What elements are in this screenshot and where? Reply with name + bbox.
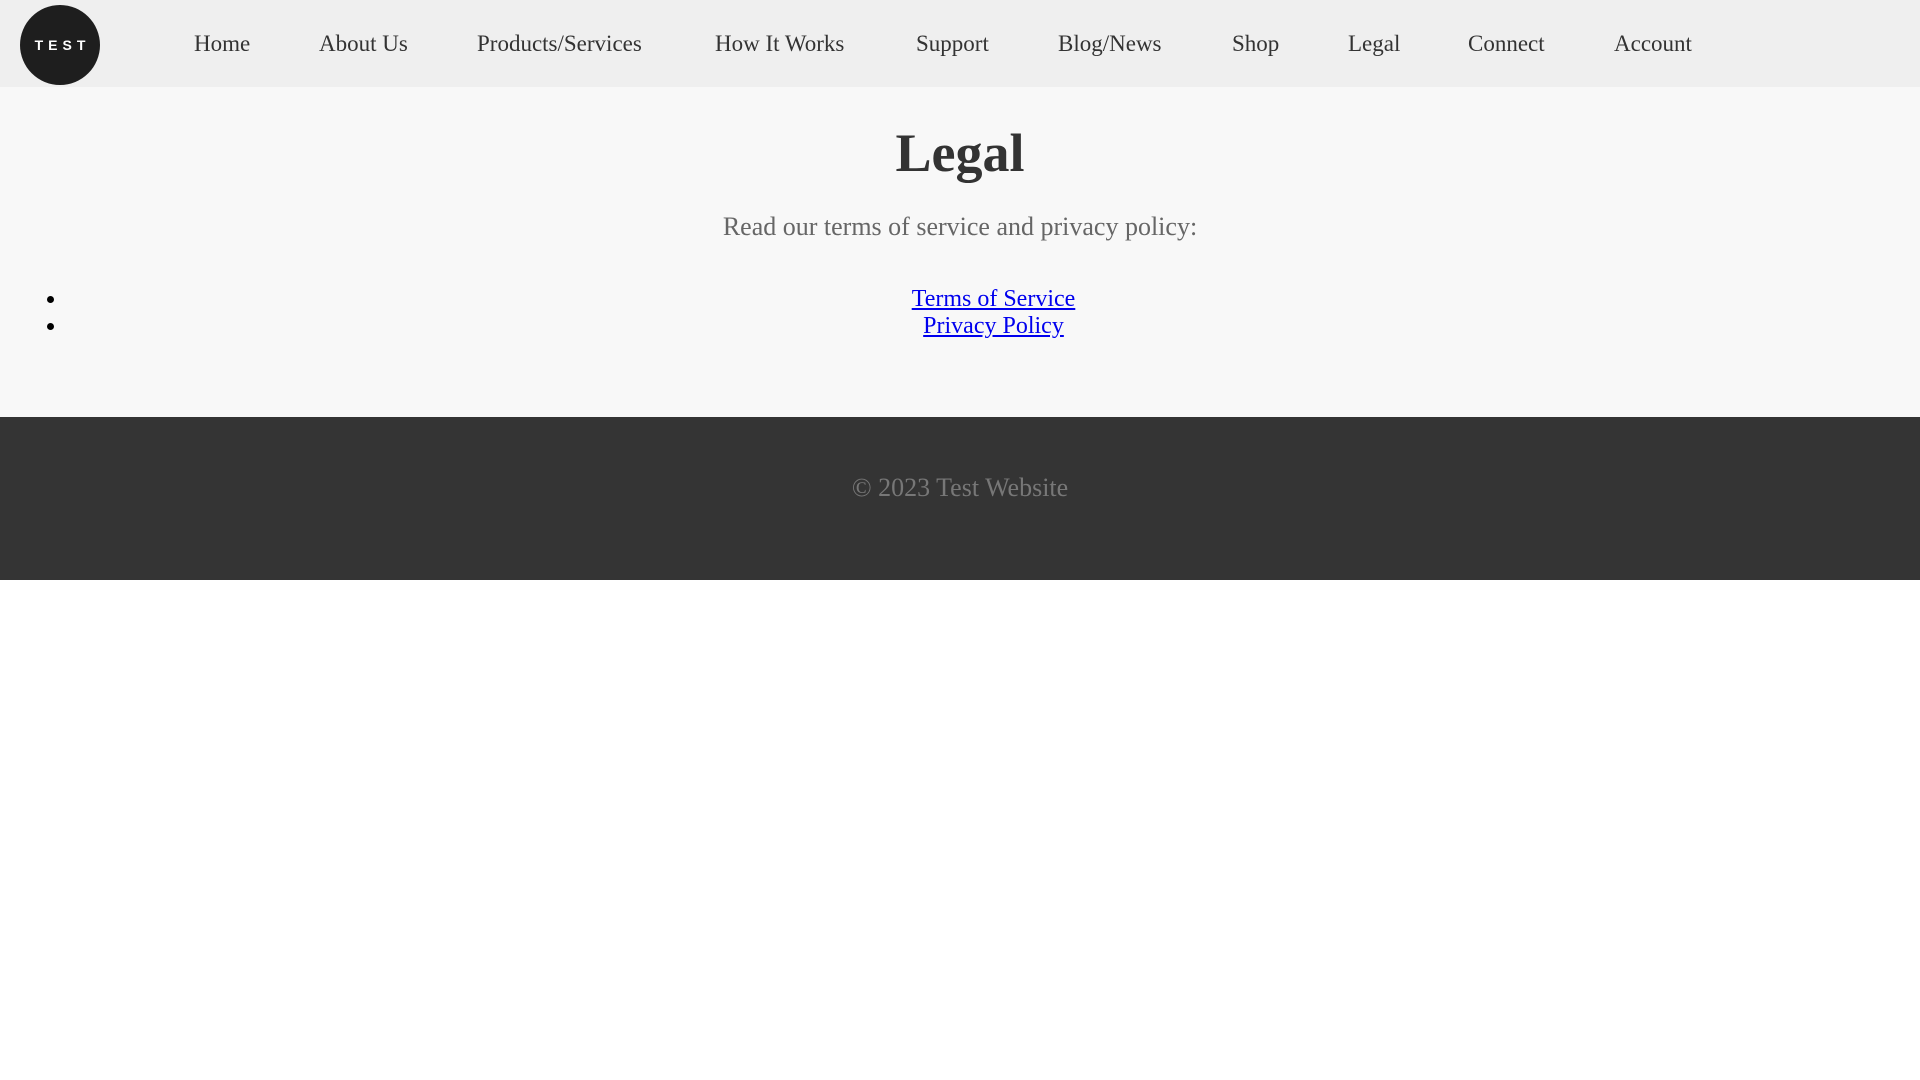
page-title: Legal <box>895 123 1025 183</box>
legal-section: Legal Read our terms of service and priv… <box>0 87 1920 417</box>
site-footer: © 2023 Test Website <box>0 417 1920 580</box>
nav-item-products-services[interactable]: Products/Services <box>477 0 642 87</box>
nav-item-account[interactable]: Account <box>1614 0 1692 87</box>
terms-of-service-link[interactable]: Terms of Service <box>912 286 1076 312</box>
site-logo[interactable]: TEST <box>20 5 100 85</box>
nav-item-support[interactable]: Support <box>916 0 989 87</box>
nav-item-home[interactable]: Home <box>194 0 250 87</box>
list-item: Terms of Service <box>67 286 1920 313</box>
nav-item-how-it-works[interactable]: How It Works <box>715 0 844 87</box>
copyright-text: © 2023 Test Website <box>851 473 1069 502</box>
nav-item-about-us[interactable]: About Us <box>319 0 408 87</box>
privacy-policy-link[interactable]: Privacy Policy <box>923 313 1064 339</box>
intro-text: Read our terms of service and privacy po… <box>722 212 1198 241</box>
nav-item-connect[interactable]: Connect <box>1468 0 1545 87</box>
top-navigation-bar: TEST Home About Us Products/Services How… <box>0 0 1920 87</box>
nav-item-blog-news[interactable]: Blog/News <box>1058 0 1162 87</box>
nav-item-legal[interactable]: Legal <box>1348 0 1400 87</box>
legal-links-list: Terms of Service Privacy Policy <box>0 286 1920 340</box>
nav-item-shop[interactable]: Shop <box>1232 0 1279 87</box>
list-item: Privacy Policy <box>67 313 1920 340</box>
